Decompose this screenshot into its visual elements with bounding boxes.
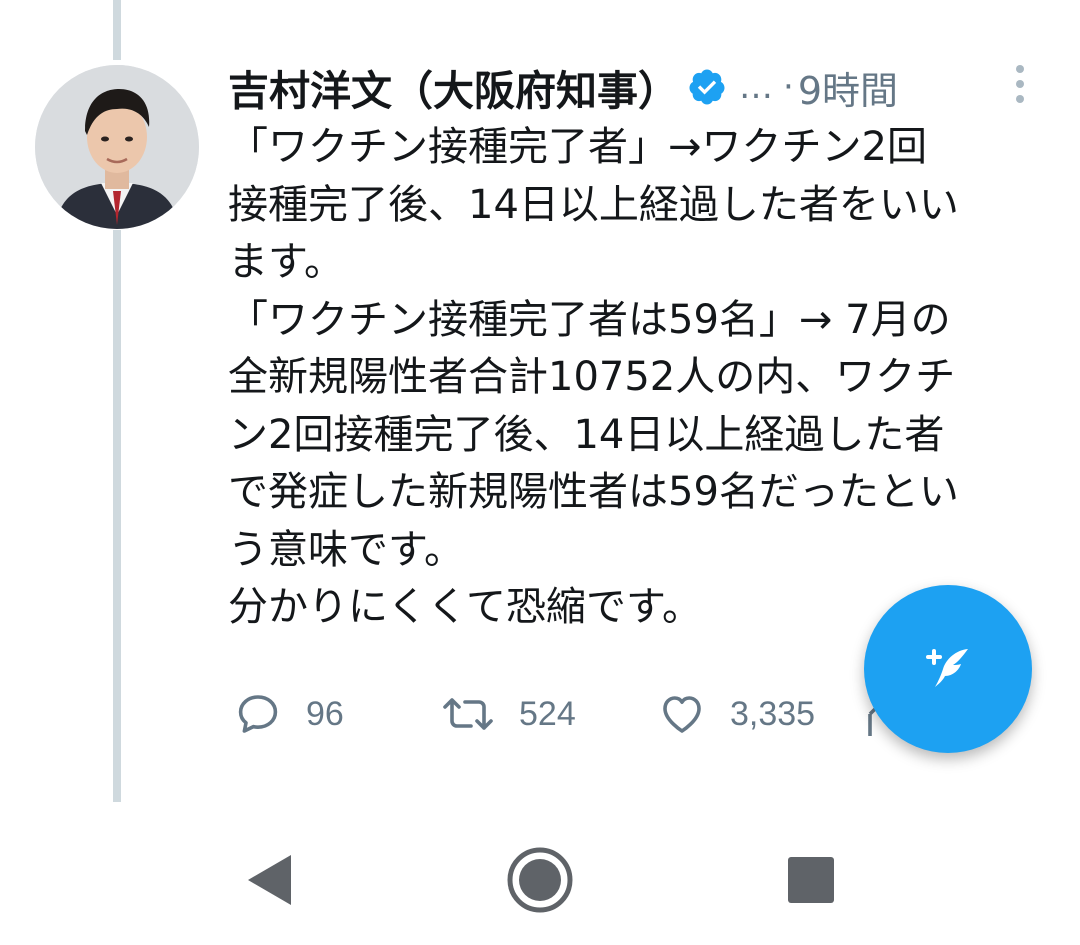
header-separator: · bbox=[783, 67, 794, 107]
reply-icon bbox=[234, 690, 282, 738]
tweet-text-line: ン2回接種完了後、14日以上経過した者 bbox=[228, 411, 945, 458]
tweet-text-line: う意味です。 bbox=[228, 526, 464, 573]
retweet-button[interactable]: 524 bbox=[441, 684, 576, 744]
avatar-image bbox=[35, 65, 199, 229]
tweet-text-line: ます。 bbox=[228, 239, 344, 285]
retweet-icon bbox=[441, 690, 495, 738]
verified-badge-icon bbox=[687, 67, 727, 107]
reply-button[interactable]: 96 bbox=[234, 684, 344, 744]
like-count: 3,335 bbox=[730, 694, 816, 733]
more-vertical-icon[interactable] bbox=[1008, 62, 1032, 106]
tweet-text-line: 「ワクチン接種完了者」→ワクチン2回 bbox=[228, 124, 927, 170]
compose-tweet-button[interactable] bbox=[864, 585, 1032, 753]
compose-tweet-icon bbox=[918, 637, 978, 701]
thread-line-lower bbox=[113, 230, 121, 802]
author-name[interactable]: 吉村洋文（大阪府知事） bbox=[228, 57, 679, 117]
tweet-text: 「ワクチン接種完了者」→ワクチン2回 接種完了後、14日以上経過した者をいい ま… bbox=[228, 119, 1058, 637]
android-navigation-bar bbox=[0, 805, 1080, 945]
handle-ellipsis: … bbox=[739, 67, 773, 107]
tweet-header: 吉村洋文（大阪府知事） … · 9時間 bbox=[228, 55, 898, 119]
retweet-count: 524 bbox=[519, 694, 576, 733]
recents-square-icon[interactable] bbox=[776, 845, 846, 915]
reply-count: 96 bbox=[306, 694, 344, 733]
thread-line-upper bbox=[113, 0, 121, 60]
avatar[interactable] bbox=[35, 65, 199, 229]
like-button[interactable]: 3,335 bbox=[658, 684, 815, 744]
tweet-text-line: で発症した新規陽性者は59名だったとい bbox=[228, 469, 959, 515]
tweet-text-line: 「ワクチン接種完了者は59名」→ 7月の bbox=[228, 296, 951, 343]
back-triangle-icon[interactable] bbox=[243, 845, 313, 915]
tweet-text-line: 接種完了後、14日以上経過した者をいい bbox=[228, 181, 959, 228]
tweet-timestamp[interactable]: 9時間 bbox=[798, 60, 898, 115]
tweet-text-line: 全新規陽性者合計10752人の内、ワクチ bbox=[228, 354, 956, 400]
home-circle-icon[interactable] bbox=[505, 845, 575, 915]
heart-icon bbox=[658, 690, 706, 738]
